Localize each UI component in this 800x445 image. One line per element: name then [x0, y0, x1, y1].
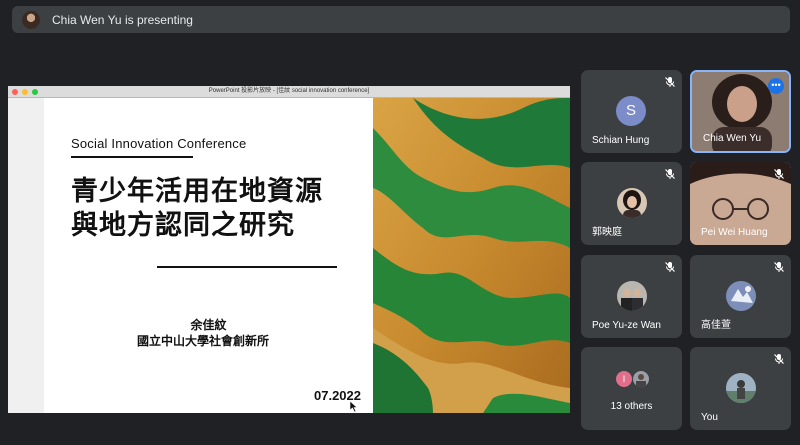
heading-underline — [71, 156, 193, 158]
slide-text-panel: Social Innovation Conference 青少年活用在地資源 與… — [44, 98, 373, 413]
sand-dune-image — [373, 98, 570, 413]
mic-off-icon — [774, 262, 784, 272]
slide-heading: Social Innovation Conference — [71, 136, 247, 151]
slide-sand-image — [373, 98, 570, 413]
participant-avatar — [617, 188, 647, 218]
self-avatar — [726, 373, 756, 403]
others-photo-avatar — [633, 371, 649, 387]
slide-title-line1: 青少年活用在地資源 — [71, 176, 323, 206]
participant-tile[interactable]: S Schian Hung — [581, 70, 682, 153]
mic-off-icon — [774, 169, 784, 179]
participant-name: Chia Wen Yu — [703, 133, 762, 144]
presentation-window-title: PowerPoint 投影片放映 - [佳紋 social innovation… — [208, 88, 370, 94]
participant-tile[interactable]: 高佳萱 — [690, 255, 791, 338]
others-tile[interactable]: I 13 others — [581, 347, 682, 430]
presenter-avatar — [22, 10, 40, 29]
participant-name: Pei Wei Huang — [701, 227, 768, 238]
slide-title-line2: 與地方認同之研究 — [71, 210, 295, 240]
presenting-text: Chia Wen Yu is presenting — [52, 12, 193, 27]
participant-tile-active-speaker[interactable]: ••• Chia Wen Yu — [690, 70, 791, 153]
self-tile[interactable]: You — [690, 347, 791, 430]
slide: Social Innovation Conference 青少年活用在地資源 與… — [8, 98, 570, 413]
mic-off-icon — [665, 262, 675, 272]
others-initial-avatar: I — [616, 371, 632, 387]
presenting-banner: Chia Wen Yu is presenting — [12, 6, 790, 33]
participant-avatar — [617, 281, 647, 311]
participant-name: Poe Yu-ze Wan — [592, 320, 661, 331]
mic-off-icon — [665, 169, 675, 179]
participant-tile[interactable]: 郭映庭 — [581, 162, 682, 245]
slide-affiliation: 國立中山大學社會創新所 — [137, 334, 270, 348]
participant-name: Schian Hung — [592, 135, 650, 146]
participant-name: 郭映庭 — [592, 227, 622, 238]
participant-tile[interactable]: Poe Yu-ze Wan — [581, 255, 682, 338]
more-options-button[interactable]: ••• — [768, 78, 784, 94]
mic-off-icon — [665, 77, 675, 87]
others-count: 13 others — [610, 401, 653, 412]
slide-title: 青少年活用在地資源 與地方認同之研究 — [71, 174, 323, 242]
mouse-cursor-icon — [350, 401, 358, 412]
slide-author: 余佳紋 — [190, 318, 227, 332]
shared-screen[interactable]: PowerPoint 投影片放映 - [佳紋 social innovation… — [8, 86, 570, 413]
mic-off-icon — [774, 354, 784, 364]
participant-name: You — [701, 412, 718, 423]
title-divider — [157, 266, 337, 268]
participant-name: 高佳萱 — [701, 320, 731, 331]
presentation-titlebar: PowerPoint 投影片放映 - [佳紋 social innovation… — [8, 86, 570, 98]
participant-tile[interactable]: Pei Wei Huang — [690, 162, 791, 245]
participant-initial-avatar: S — [616, 96, 646, 126]
participant-avatar — [726, 281, 756, 311]
